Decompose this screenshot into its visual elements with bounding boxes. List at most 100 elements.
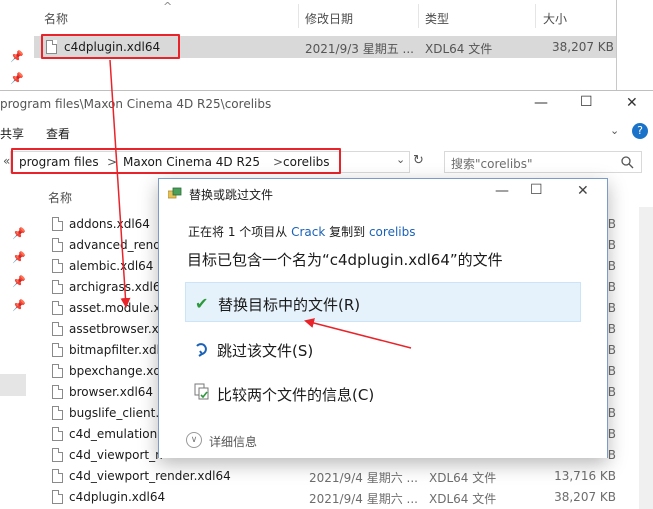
file-icon <box>52 385 63 399</box>
compare-files-label: 比较两个文件的信息(C) <box>217 386 375 404</box>
file-date: 2021/9/4 星期六 ... <box>309 471 418 485</box>
navigation-pane: 📌 📌 📌 📌 <box>0 181 34 509</box>
file-size: 13,716 KB <box>554 469 616 483</box>
file-name: asset.module.xc <box>69 301 168 315</box>
copy-middle-text: 复制到 <box>325 225 369 239</box>
pin-icon: 📌 <box>10 50 24 63</box>
skip-file-label: 跳过该文件(S) <box>217 342 314 360</box>
search-placeholder: 搜索"corelibs" <box>451 157 533 171</box>
title-bar[interactable]: program files\Maxon Cinema 4D R25\coreli… <box>0 91 653 117</box>
file-name: bitmapfilter.xdl( <box>69 343 165 357</box>
file-icon <box>52 259 63 273</box>
pin-icon: 📌 <box>12 299 26 312</box>
copy-files-icon <box>168 187 182 199</box>
copy-progress-text: 正在将 1 个项目从 Crack 复制到 corelibs <box>188 223 415 240</box>
file-icon <box>52 238 63 252</box>
file-icon <box>52 301 63 315</box>
nav-item-selected[interactable] <box>0 374 26 396</box>
skip-arrow-icon <box>196 343 207 357</box>
file-icon <box>52 490 63 504</box>
file-name: c4dplugin.xdl64 <box>69 490 166 504</box>
replace-file-option[interactable]: ✔ 替换目标中的文件(R) <box>185 282 581 322</box>
copy-prefix-text: 正在将 1 个项目从 <box>188 225 292 239</box>
file-size: 38,207 KB <box>552 40 614 54</box>
source-folder-link[interactable]: Crack <box>291 225 325 239</box>
file-name: c4d_viewport_render.xdl64 <box>69 469 231 483</box>
file-icon <box>52 280 63 294</box>
file-name: bugslife_client.x <box>69 406 167 420</box>
column-header-date[interactable]: 修改日期 <box>305 10 353 27</box>
file-date: 2021/9/3 星期五 ... <box>305 42 414 56</box>
file-icon <box>52 343 63 357</box>
column-divider[interactable] <box>535 4 536 28</box>
chevron-down-icon[interactable]: ⌄ <box>610 124 619 137</box>
file-name: c4d_emulation.x <box>69 427 169 441</box>
file-icon <box>52 448 63 462</box>
file-type: XDL64 文件 <box>425 42 493 56</box>
maximize-icon[interactable]: ☐ <box>580 94 593 110</box>
file-date: 2021/9/4 星期六 ... <box>309 492 418 506</box>
pin-icon: 📌 <box>12 275 26 288</box>
file-name: archigrass.xdl64 <box>69 280 169 294</box>
search-input[interactable]: 搜索"corelibs" <box>444 151 642 173</box>
annotation-highlight-box <box>41 34 180 59</box>
column-divider[interactable] <box>418 4 419 28</box>
help-icon[interactable]: ? <box>632 123 648 139</box>
minimize-icon[interactable]: — <box>534 95 548 111</box>
pin-icon: 📌 <box>12 251 26 264</box>
search-icon[interactable] <box>621 156 634 169</box>
refresh-icon[interactable]: ↻ <box>413 153 424 168</box>
file-name: bpexchange.xd <box>69 364 161 378</box>
table-row[interactable]: c4dplugin.xdl64 2021/9/4 星期六 ... XDL64 文件 3… <box>50 487 616 508</box>
file-icon <box>52 406 63 420</box>
file-icon <box>52 217 63 231</box>
column-header-size[interactable]: 大小 <box>543 10 567 27</box>
destination-folder-link[interactable]: corelibs <box>369 225 416 239</box>
top-explorer-window: 📌 📌 名称 ^ 修改日期 类型 大小 c4dplugin.xdl64 2021… <box>0 0 617 90</box>
replace-file-label: 替换目标中的文件(R) <box>218 296 361 314</box>
tab-view[interactable]: 查看 <box>46 125 70 142</box>
overflow-chevron-icon[interactable]: « <box>3 154 10 168</box>
dialog-title: 替换或跳过文件 <box>189 188 274 202</box>
file-name: assetbrowser.xc <box>69 322 166 336</box>
chevron-down-icon[interactable]: ∨ <box>186 432 202 448</box>
annotation-highlight-box <box>11 148 341 174</box>
file-type: XDL64 文件 <box>429 492 497 506</box>
pin-icon: 📌 <box>12 227 26 240</box>
close-icon[interactable]: ✕ <box>577 183 589 199</box>
column-divider[interactable] <box>298 4 299 28</box>
file-type: XDL64 文件 <box>429 471 497 485</box>
tab-share[interactable]: 共享 <box>0 125 24 142</box>
address-dropdown-icon[interactable]: ⌄ <box>396 153 405 166</box>
compare-files-icon <box>194 383 209 400</box>
minimize-icon[interactable]: — <box>495 183 509 199</box>
table-row[interactable]: c4d_viewport_render.xdl64 2021/9/4 星期六 ..… <box>50 466 616 487</box>
file-name: browser.xdl64 <box>69 385 154 399</box>
file-icon <box>52 322 63 336</box>
replace-or-skip-dialog: 替换或跳过文件 — ☐ ✕ 正在将 1 个项目从 Crack 复制到 corel… <box>158 178 608 458</box>
file-name: alembic.xdl64 <box>69 259 154 273</box>
file-icon <box>52 364 63 378</box>
conflict-message: 目标已包含一个名为“c4dplugin.xdl64”的文件 <box>187 251 503 269</box>
sort-ascending-icon: ^ <box>163 0 173 13</box>
vertical-scrollbar[interactable] <box>639 207 653 509</box>
checkmark-icon: ✔ <box>195 294 209 313</box>
file-name: addons.xdl64 <box>69 217 150 231</box>
ribbon-tabs: 共享 查看 ⌄ ? <box>0 118 653 146</box>
file-size: 38,207 KB <box>554 490 616 504</box>
close-icon[interactable]: ✕ <box>626 95 638 111</box>
file-name: c4d_viewport_n <box>69 448 163 462</box>
column-header-name[interactable]: 名称 <box>48 189 72 206</box>
compare-files-option[interactable]: 比较两个文件的信息(C) <box>185 373 581 413</box>
dialog-footer: ∨ 详细信息 <box>159 426 607 458</box>
column-header-type[interactable]: 类型 <box>425 10 449 27</box>
file-icon <box>52 427 63 441</box>
skip-file-option[interactable]: 跳过该文件(S) <box>185 329 581 369</box>
pin-icon: 📌 <box>10 72 24 85</box>
file-icon <box>52 469 63 483</box>
details-toggle[interactable]: 详细信息 <box>209 433 257 450</box>
column-header-name[interactable]: 名称 <box>44 10 68 27</box>
maximize-icon[interactable]: ☐ <box>530 182 543 198</box>
window-title: program files\Maxon Cinema 4D R25\coreli… <box>0 97 272 111</box>
file-name: advanced_rend <box>69 238 161 252</box>
